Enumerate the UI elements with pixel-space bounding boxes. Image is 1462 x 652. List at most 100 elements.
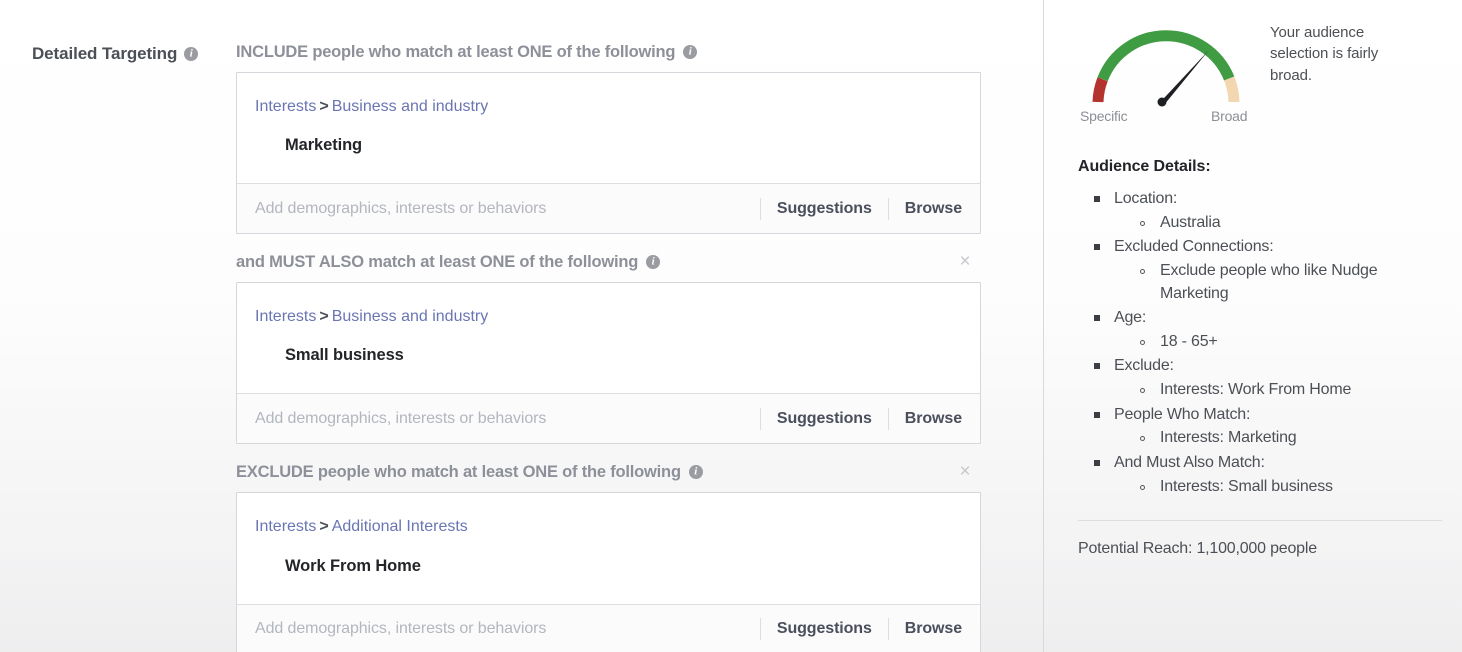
gauge-svg — [1092, 30, 1240, 107]
targeting-search-input[interactable] — [255, 409, 744, 428]
audience-detail-item: Interests: Marketing — [1140, 427, 1444, 449]
suggestions-button[interactable]: Suggestions — [777, 620, 872, 638]
audience-detail-sublist: Interests: Small business — [1114, 476, 1444, 498]
targeting-groups: INCLUDE people who match at least ONE of… — [236, 38, 981, 652]
action-separator — [887, 618, 889, 641]
browse-button[interactable]: Browse — [905, 620, 962, 638]
potential-reach: Potential Reach: 1,100,000 people — [1078, 540, 1317, 558]
audience-detail-group: Excluded Connections: Exclude people who … — [1092, 234, 1444, 305]
audience-detail-sublist: 18 - 65+ — [1114, 331, 1444, 353]
audience-detail-sublist: Australia — [1114, 212, 1444, 234]
selected-interest[interactable]: Marketing — [285, 136, 958, 155]
targeting-input-row: Suggestions Browse — [237, 393, 980, 444]
browse-button[interactable]: Browse — [905, 410, 962, 428]
breadcrumb-separator: > — [319, 518, 329, 536]
info-icon[interactable] — [683, 45, 698, 59]
action-separator — [887, 407, 889, 430]
audience-detail-group: And Must Also Match: Interests: Small bus… — [1092, 450, 1444, 498]
action-separator — [759, 618, 761, 641]
audience-detail-item-text: Australia — [1160, 213, 1221, 231]
action-separator — [887, 197, 889, 220]
group-header-exclude: EXCLUDE people who match at least ONE of… — [236, 458, 981, 486]
breadcrumb-separator: > — [319, 308, 329, 326]
audience-detail-item-text: Interests: Work From Home — [1160, 381, 1352, 399]
action-separator — [759, 197, 761, 220]
targeting-search-input[interactable] — [255, 199, 744, 218]
audience-details-list: Location: Australia Excluded Connections: E… — [1078, 186, 1444, 498]
audience-details-title: Audience Details: — [1078, 158, 1211, 175]
suggestions-button[interactable]: Suggestions — [777, 200, 872, 218]
detailed-targeting-label-text: Detailed Targeting — [32, 44, 178, 63]
targeting-box-exclude: Interests > Additional Interests Work From … — [236, 492, 981, 652]
audience-detail-group: Location: Australia — [1092, 186, 1444, 234]
audience-detail-label: Excluded Connections: — [1114, 238, 1274, 256]
breadcrumb: Interests > Business and industry — [255, 307, 958, 326]
detailed-targeting-screen: Detailed Targeting INCLUDE people who ma… — [0, 0, 1462, 652]
group-header-include: INCLUDE people who match at least ONE of… — [236, 38, 981, 66]
audience-detail-item-text: Exclude people who like Nudge Marketing — [1160, 262, 1378, 302]
breadcrumb: Interests > Additional Interests — [255, 517, 958, 536]
breadcrumb-category[interactable]: Business and industry — [332, 308, 489, 325]
circle-bullet-icon — [1140, 220, 1145, 226]
targeting-group-include: INCLUDE people who match at least ONE of… — [236, 38, 981, 235]
audience-detail-group: Exclude: Interests: Work From Home — [1092, 353, 1444, 401]
audience-sidebar: Specific Broad Your audience selection i… — [1044, 0, 1462, 652]
audience-detail-label: And Must Also Match: — [1114, 453, 1265, 471]
circle-bullet-icon — [1140, 339, 1145, 345]
audience-detail-sublist: Exclude people who like Nudge Marketing — [1114, 260, 1444, 305]
selected-interest[interactable]: Small business — [285, 346, 958, 365]
audience-detail-item: Interests: Work From Home — [1140, 379, 1444, 401]
breadcrumb-root[interactable]: Interests — [255, 308, 316, 325]
circle-bullet-icon — [1140, 436, 1145, 442]
targeting-group-must-also: and MUST ALSO match at least ONE of the … — [236, 248, 981, 445]
audience-detail-label: Age: — [1114, 308, 1147, 326]
square-bullet-icon — [1094, 411, 1100, 418]
audience-detail-item: Interests: Small business — [1140, 476, 1444, 498]
audience-detail-sublist: Interests: Marketing — [1114, 427, 1444, 449]
gauge-needle — [1157, 50, 1209, 107]
audience-detail-group: Age: 18 - 65+ — [1092, 305, 1444, 353]
info-icon[interactable] — [646, 255, 661, 270]
input-actions: Suggestions Browse — [744, 407, 962, 431]
circle-bullet-icon — [1140, 269, 1145, 275]
breadcrumb: Interests > Business and industry — [255, 97, 958, 116]
gauge-scale-labels: Specific Broad — [1078, 108, 1254, 124]
targeting-box-body: Interests > Business and industry Small bus… — [237, 283, 980, 393]
targeting-input-row: Suggestions Browse — [237, 183, 980, 234]
audience-gauge-message: Your audience selection is fairly broad. — [1270, 24, 1379, 84]
audience-detail-label: Location: — [1114, 190, 1178, 207]
square-bullet-icon — [1094, 244, 1100, 251]
audience-detail-item: 18 - 65+ — [1140, 331, 1444, 353]
remove-group-button[interactable]: × — [955, 252, 975, 272]
input-actions: Suggestions Browse — [744, 617, 962, 641]
audience-detail-item: Exclude people who like Nudge Marketing — [1140, 260, 1444, 305]
audience-detail-item-text: Interests: Marketing — [1160, 429, 1297, 447]
breadcrumb-category[interactable]: Business and industry — [332, 98, 489, 115]
info-icon[interactable] — [184, 47, 199, 61]
suggestions-button[interactable]: Suggestions — [777, 410, 872, 428]
gauge-label-specific: Specific — [1080, 108, 1128, 124]
gauge-label-broad: Broad — [1211, 108, 1248, 124]
square-bullet-icon — [1094, 363, 1100, 370]
breadcrumb-category[interactable]: Additional Interests — [332, 518, 468, 535]
breadcrumb-root[interactable]: Interests — [255, 98, 316, 115]
targeting-search-input[interactable] — [255, 620, 744, 639]
info-icon[interactable] — [688, 465, 703, 480]
circle-bullet-icon — [1140, 484, 1145, 490]
action-separator — [759, 407, 761, 430]
browse-button[interactable]: Browse — [905, 200, 962, 218]
targeting-box-must-also: Interests > Business and industry Small bus… — [236, 282, 981, 445]
targeting-group-exclude: EXCLUDE people who match at least ONE of… — [236, 458, 981, 652]
square-bullet-icon — [1094, 196, 1100, 202]
audience-detail-item: Australia — [1140, 212, 1444, 234]
breadcrumb-root[interactable]: Interests — [255, 518, 316, 535]
group-header-text: INCLUDE people who match at least ONE of… — [236, 42, 676, 61]
audience-gauge-row: Specific Broad Your audience selection i… — [1078, 8, 1444, 124]
selected-interest[interactable]: Work From Home — [285, 557, 958, 576]
group-header-text: and MUST ALSO match at least ONE of the … — [236, 252, 639, 271]
targeting-editor-column: Detailed Targeting INCLUDE people who ma… — [0, 0, 1043, 652]
remove-group-button[interactable]: × — [955, 462, 975, 482]
group-header-must-also: and MUST ALSO match at least ONE of the … — [236, 248, 981, 276]
sidebar-separator — [1078, 520, 1442, 522]
